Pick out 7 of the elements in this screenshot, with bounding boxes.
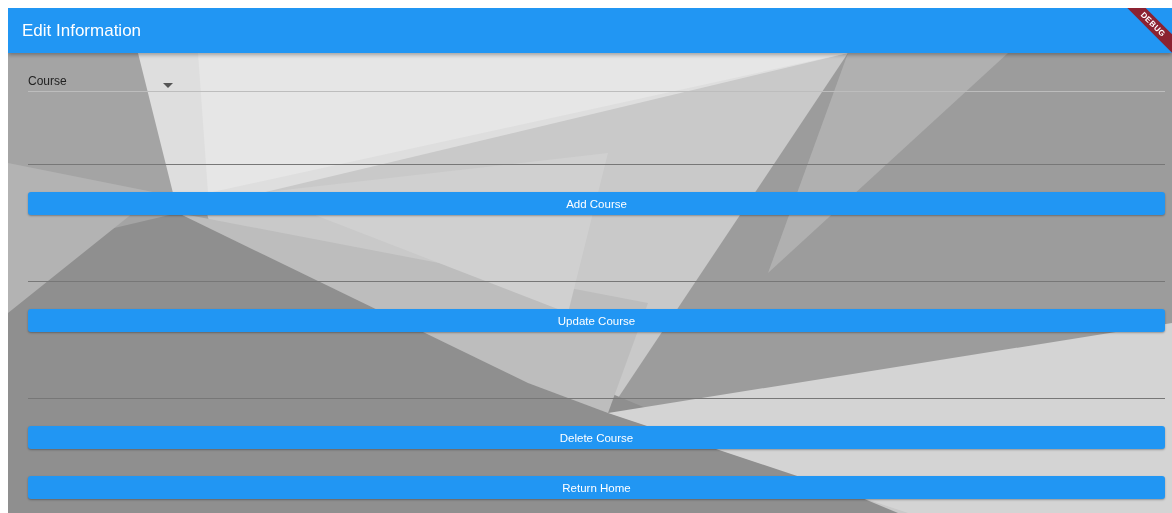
action-button[interactable]: Delete Course — [28, 426, 1165, 449]
caret-icon — [163, 83, 173, 88]
dropdown[interactable]: Course — [28, 53, 1165, 92]
app-bar-title: Edit Information — [22, 20, 142, 41]
action-button[interactable]: Update Course — [28, 309, 1165, 332]
action-button[interactable]: Return Home — [28, 476, 1165, 499]
action-button[interactable]: Add Course — [28, 192, 1165, 215]
